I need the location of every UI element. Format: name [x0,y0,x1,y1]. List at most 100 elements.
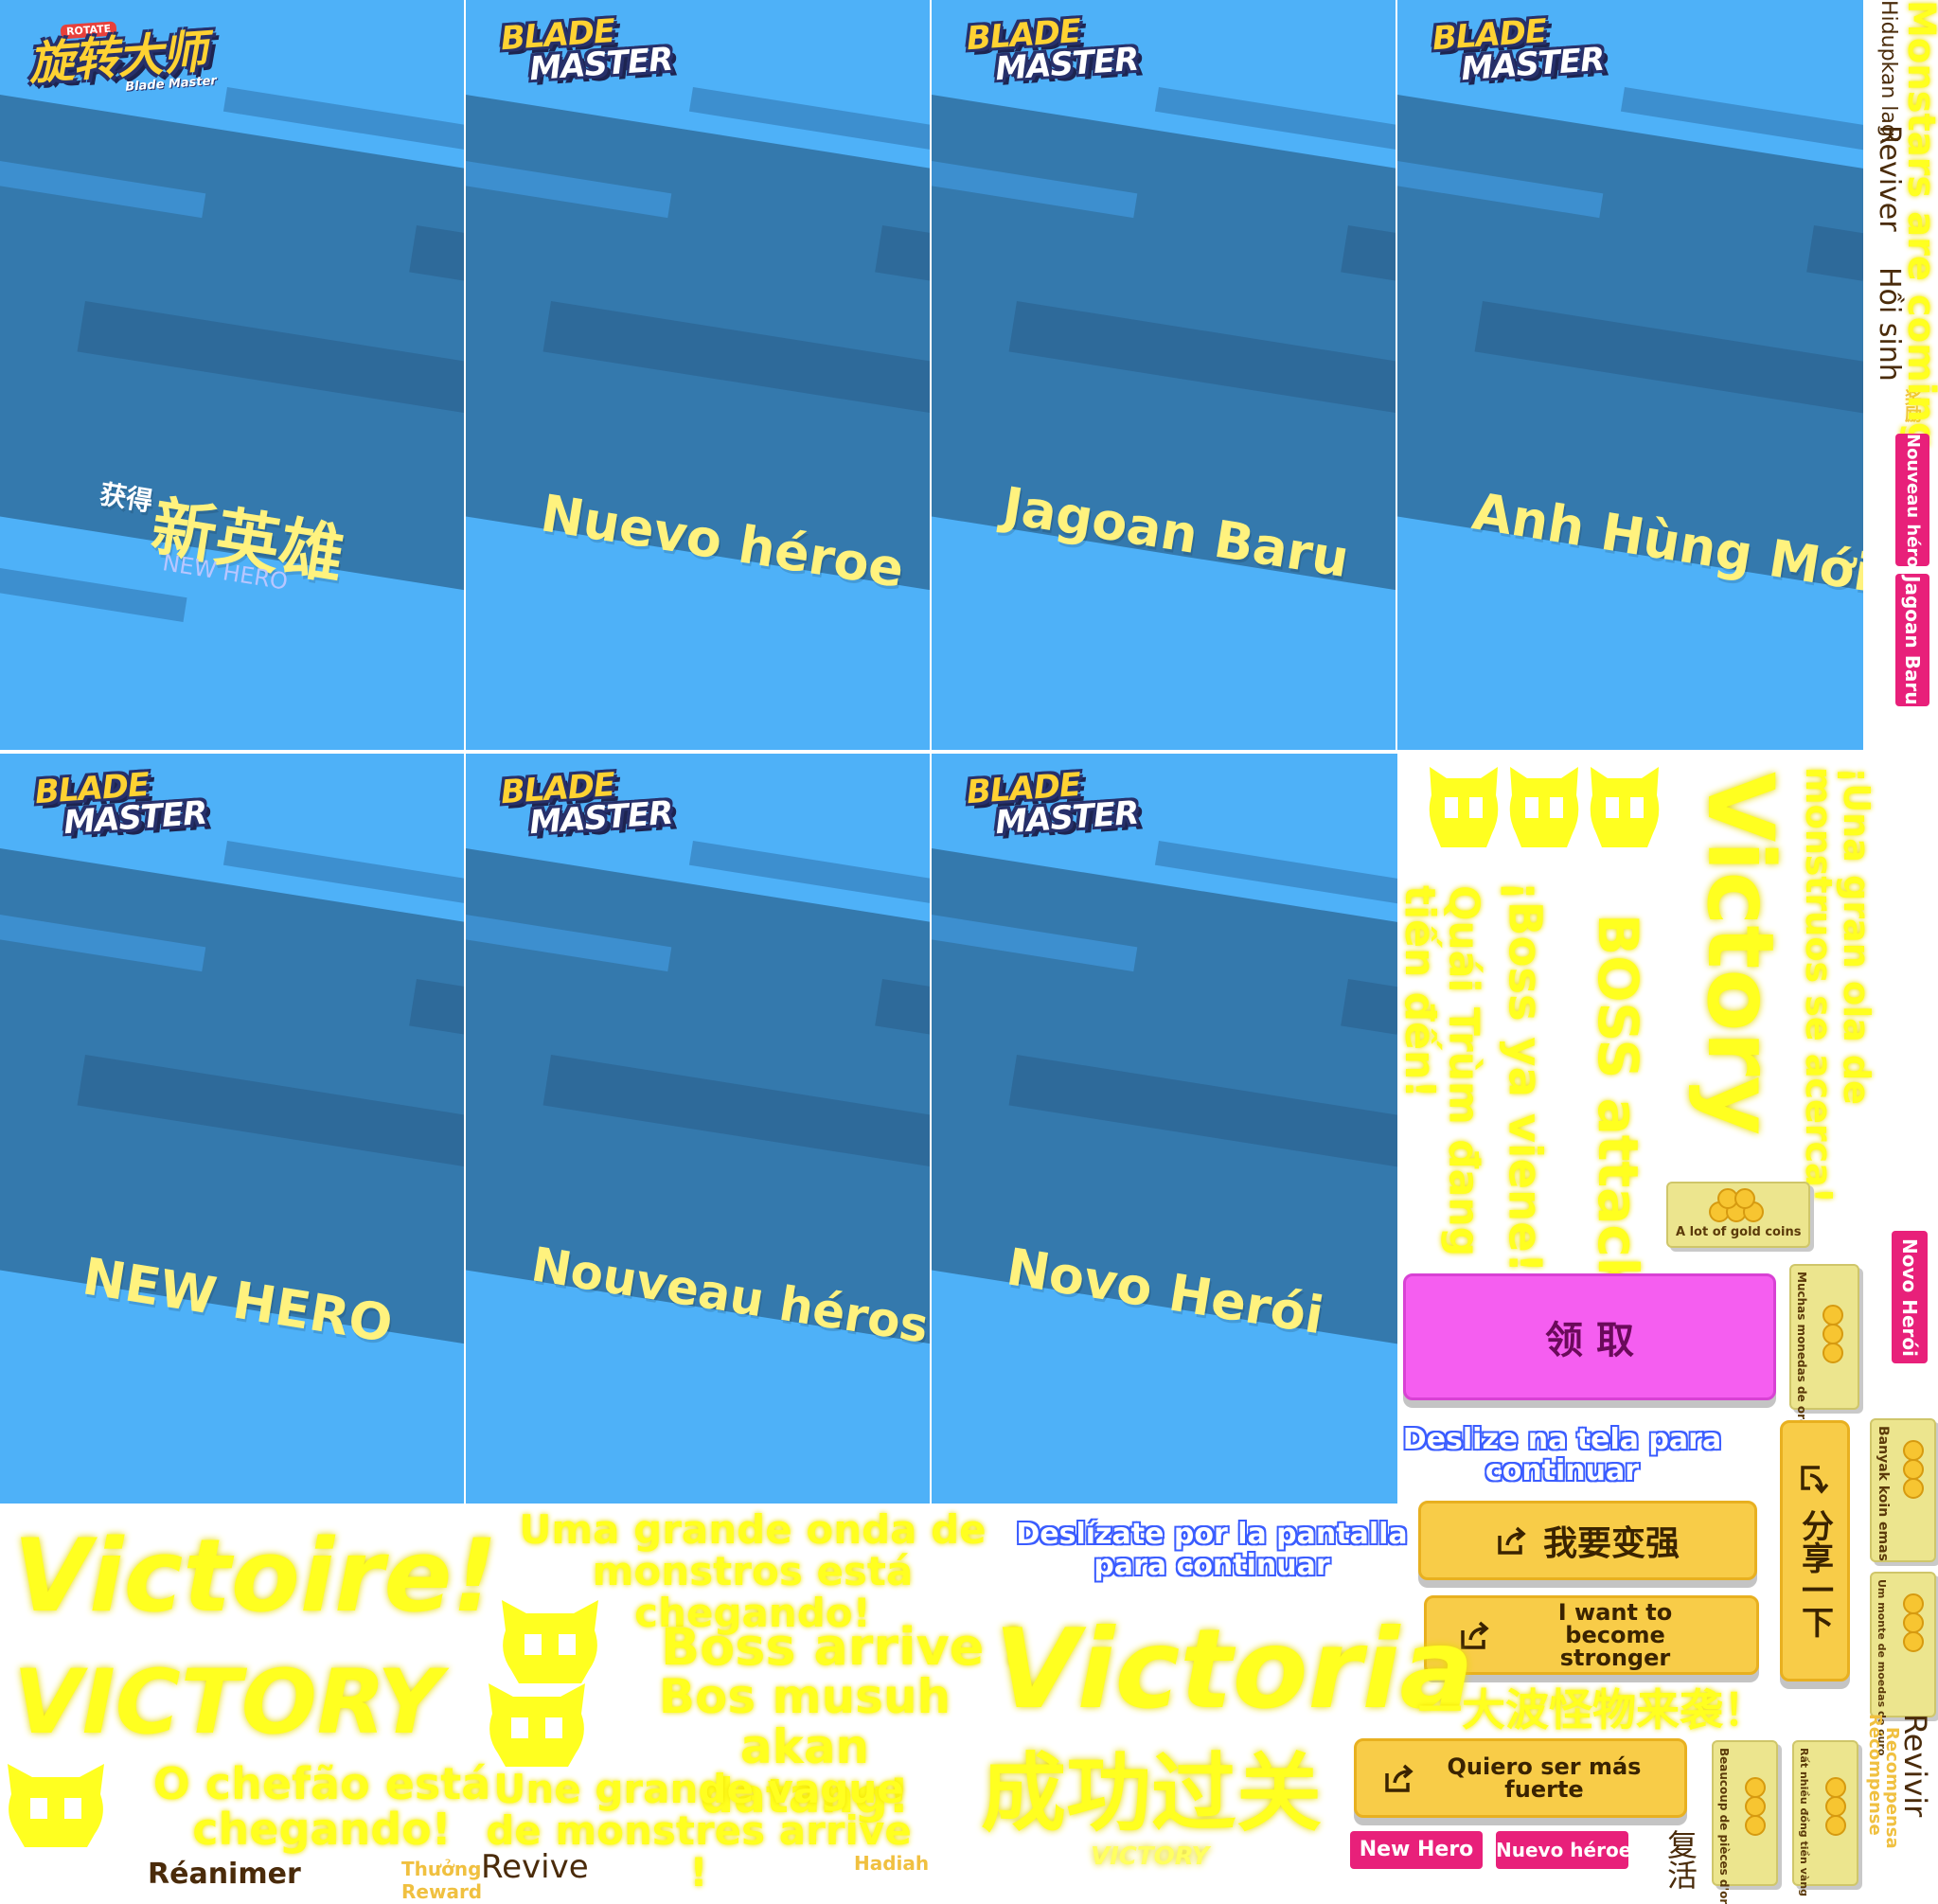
monster-wave-text-es: ¡Una gran ola de monstruos se acerca! [1798,767,1877,1212]
logo-line2: MASTER [527,40,674,89]
recompensa-label: Recompensa [1882,1727,1902,1849]
banner-panel-portuguese: BLADE MASTER Novo Herói [932,754,1397,1504]
banner-panel-french: BLADE MASTER Nouveau héros [466,754,930,1504]
banner-notch [1806,225,1863,281]
gold-coins-icon [1709,1188,1764,1222]
become-stronger-label: I want to become stronger [1557,1599,1673,1671]
banner-notch [409,979,464,1035]
gold-coins-icon [1903,1440,1924,1499]
tag-label: Jagoan Baru [1901,575,1924,705]
coin-card-label: Banyak koin emas [1876,1426,1891,1561]
boss-skull-icon [1509,767,1579,847]
game-logo: BLADE MASTER [500,11,674,89]
quai-trum-label: Quái Trùm đang tiến đến! [1396,885,1488,1257]
share-icon [1385,1764,1413,1792]
game-logo: ROTATE 旋转大师 Blade Master [26,10,217,101]
claim-button[interactable]: 领 取 [1403,1273,1776,1400]
banner-notch [875,979,930,1035]
fuhuo-label: 复活 [1662,1829,1698,1890]
banner-notch [875,225,930,281]
logo-line2: MASTER [993,793,1140,843]
tag-label: Nuevo héroe [1496,1839,1632,1861]
coin-card-label: Muchas monedas de oro [1795,1272,1808,1428]
recompense-label: Récompense [1865,1714,1885,1836]
become-stronger-button-es[interactable]: Quiero ser más fuerte [1354,1738,1687,1818]
share-button-label: 分享一下 [1795,1509,1834,1638]
logo-line2: MASTER [62,793,208,843]
chefao-label: O chefão está chegando! [152,1758,491,1856]
banner-panel-vietnamese: BLADE MASTER Anh Hùng Mới [1397,0,1863,750]
logo-line2: MASTER [527,793,674,843]
coin-card-um-monte: Um monte de moedas de ouro [1870,1572,1936,1755]
boss-viene-text: ¡Boss ya viene! [1498,881,1552,1273]
become-stronger-button-en[interactable]: I want to become stronger [1424,1595,1759,1675]
swipe-hint-label: Deslízate por la pantalla para continuar [1016,1518,1408,1582]
game-logo: BLADE MASTER [500,765,674,843]
tag-novo-heroi: Novo Herói [1892,1231,1928,1363]
reanimer-label: Réanimer [148,1858,301,1891]
boss-skull-icon [8,1764,104,1847]
label-hidupkan: Hidupkan lagi [1876,0,1900,143]
boss-skull-icon [489,1683,585,1767]
game-logo: BLADE MASTER [34,765,208,843]
banner-panel-chinese: ROTATE 旋转大师 Blade Master 获得 新英雄 NEW HERO [0,0,464,750]
logo-line2: MASTER [1459,40,1606,89]
monsters-coming-text: Monstars are coming [1899,0,1938,450]
gold-coins-icon [1903,1593,1924,1652]
monster-wave-text-pt: Uma grande onda de monstros está chegand… [492,1508,1013,1634]
swipe-hint-pt: Deslize na tela para continuar [1401,1424,1723,1486]
coin-card-banyak: Banyak koin emas [1870,1418,1936,1562]
coin-card-rat-nhieu: Rất nhiều đồng tiền vàng [1792,1740,1858,1896]
become-stronger-button-zh[interactable]: 我要变强 [1418,1501,1757,1580]
tag-jagoan-baru: Jagoan Baru [1895,574,1929,706]
gold-coins-icon [1825,1777,1846,1836]
coin-card-muchas: Muchas monedas de oro [1789,1264,1859,1427]
banner-notch [409,225,464,281]
become-stronger-label: Quiero ser más fuerte [1447,1753,1642,1803]
yidabo-text: 一大波怪物来袭！ [1418,1684,1767,1735]
panel-prefix: 获得 [98,478,155,518]
share-icon [1498,1526,1526,1555]
chenggong-text: 成功过关 [981,1744,1322,1843]
banner-stripe [0,568,187,622]
become-stronger-label: 我要变强 [1542,1524,1680,1563]
reward-label: Reward [401,1880,483,1903]
victory-caps-text: VICTORY [13,1651,442,1754]
boss-attack-text: BOSS attack [1585,914,1650,1294]
banner-notch [1341,225,1396,281]
swipe-hint-label: Deslize na tela para continuar [1402,1423,1722,1487]
victoria-text: Victoria [994,1606,1474,1734]
logo-line2: MASTER [993,40,1140,89]
coin-card-label: Beaucoup de pièces d'or [1717,1748,1731,1904]
claim-button-label: 领 取 [1545,1319,1634,1362]
banner-panel-english: BLADE MASTER NEW HERO [0,754,464,1504]
game-logo: BLADE MASTER [966,11,1140,89]
tag-label: New Hero [1359,1838,1474,1861]
revivir-label: Revivir [1897,1714,1933,1818]
tag-nuevo-heroe: Nuevo héroe [1496,1831,1632,1869]
thuong-label: Thưởng [401,1858,482,1880]
game-logo: BLADE MASTER [966,765,1140,843]
tag-label: Novo Herói [1898,1237,1921,1357]
banner-panel-indonesian: BLADE MASTER Jagoan Baru [932,0,1396,750]
victory-vertical-text: Victory [1687,772,1793,1136]
coin-card-label: Rất nhiều đồng tiền vàng [1798,1748,1810,1896]
hadiah-label: Hadiah [854,1852,930,1875]
quai-trum-text: Quái Trùm đang tiến đến! [1396,885,1488,1264]
victory-small-text: VICTORY [1091,1842,1210,1871]
banner-panel-spanish: BLADE MASTER Nuevo héroe [466,0,930,750]
tag-label: Nouveau héros [1903,434,1923,578]
tag-nouveau-heros: Nouveau héros [1895,434,1929,578]
revive-label: Revive [481,1848,589,1886]
game-logo: BLADE MASTER [1431,11,1606,89]
coins-label: A lot of gold coins [1676,1225,1802,1239]
tag-new-hero: New Hero [1350,1831,1483,1869]
gold-coins-icon [1745,1777,1766,1836]
boss-skull-icon [1429,767,1499,847]
share-icon [1801,1466,1829,1494]
boss-skull-icon [1590,767,1660,847]
swipe-hint-es: Deslízate por la pantalla para continuar [1013,1519,1411,1581]
share-button[interactable]: 分享一下 [1780,1420,1850,1682]
gold-coins-icon [1822,1305,1843,1363]
chefao-text: O chefão está chegando! [151,1761,492,1853]
